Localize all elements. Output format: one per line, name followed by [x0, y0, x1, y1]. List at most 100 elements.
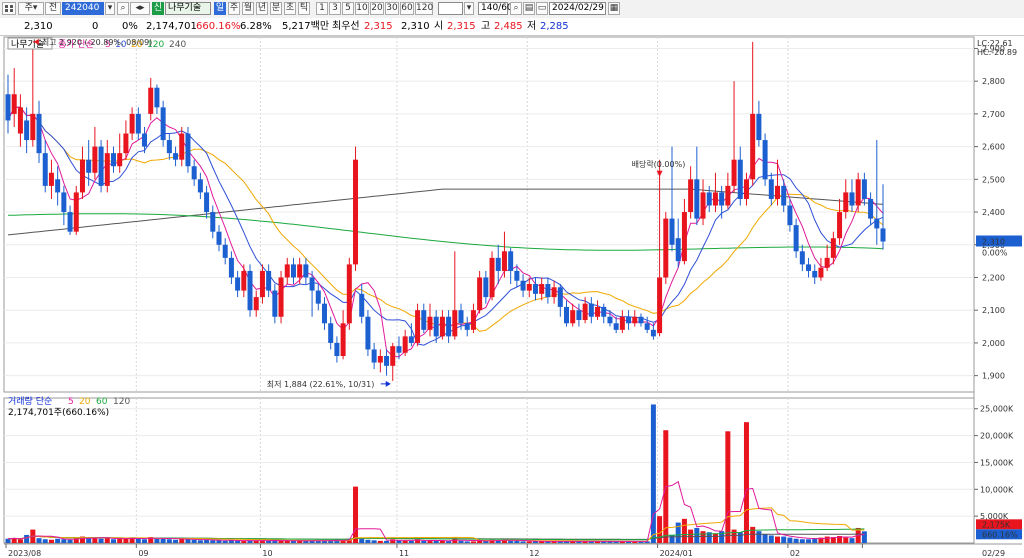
exdividend-annotation: 배당락(0.00%) — [632, 159, 686, 169]
volume-bar — [750, 526, 756, 543]
candle — [179, 133, 185, 160]
volume-tick-label: 10,000K — [980, 485, 1014, 494]
volume-bar — [781, 536, 787, 543]
candle — [582, 303, 588, 321]
volume-bar — [216, 540, 222, 543]
volume-bar — [384, 540, 390, 543]
candle — [650, 329, 656, 337]
volume-bar — [681, 518, 687, 543]
candle — [638, 316, 644, 324]
x-tick-label: 10 — [262, 549, 272, 558]
candle — [197, 179, 203, 193]
candle — [67, 212, 73, 232]
lc-label: LC:22.61 — [977, 39, 1013, 48]
volume-bar — [365, 539, 371, 543]
y-tick-label: 2,500 — [982, 175, 1005, 184]
candle — [17, 107, 23, 134]
volume-bar — [526, 541, 532, 543]
candle — [762, 140, 768, 180]
candle — [266, 270, 272, 291]
volume-bar — [731, 529, 737, 543]
candle — [880, 228, 886, 242]
candle — [508, 251, 514, 271]
candle — [30, 113, 36, 141]
y-tick-label: 2,800 — [982, 77, 1005, 86]
volume-bar — [712, 533, 718, 543]
candle — [731, 159, 737, 186]
candle — [210, 212, 216, 232]
x-tick-label: 09 — [138, 549, 148, 558]
candle — [849, 192, 855, 206]
candle — [601, 306, 607, 317]
candle — [148, 87, 154, 114]
candle — [117, 153, 123, 167]
candle — [216, 231, 222, 245]
candle — [799, 251, 805, 265]
candle — [129, 113, 135, 134]
volume-bar — [98, 538, 104, 543]
candle — [309, 277, 315, 291]
candle — [340, 323, 346, 357]
current-pct-label: 0.00% — [982, 248, 1008, 257]
candle — [781, 185, 787, 206]
candle — [483, 277, 489, 298]
volume-legend-item: 20 — [79, 397, 91, 407]
x-tick-label: 12 — [529, 549, 539, 558]
candle — [551, 287, 557, 298]
volume-tick-label: 20,000K — [980, 432, 1014, 441]
candle — [11, 94, 17, 114]
volume-bar — [377, 540, 383, 543]
candle — [228, 257, 234, 278]
y-tick-label: 2,700 — [982, 110, 1005, 119]
volume-bar — [253, 540, 259, 543]
volume-bar — [42, 539, 48, 543]
x-tick-label: 11 — [399, 549, 409, 558]
candle — [775, 185, 781, 199]
volume-bar — [433, 540, 439, 543]
volume-bar — [427, 540, 433, 543]
candle — [377, 356, 383, 363]
volume-bar — [61, 539, 67, 543]
candle — [464, 323, 470, 330]
volume-bar — [694, 527, 700, 543]
volume-bar — [737, 532, 743, 543]
volume-bar — [843, 537, 849, 543]
volume-bar — [669, 534, 675, 543]
candle — [92, 146, 98, 173]
candle — [185, 133, 191, 167]
candle — [384, 356, 390, 366]
candle — [278, 277, 284, 317]
candle — [24, 120, 30, 141]
volume-tick-label: 15,000K — [980, 458, 1014, 467]
volume-bar — [799, 539, 805, 543]
volume-bar — [514, 540, 520, 543]
volume-bar — [284, 540, 290, 543]
candle — [328, 323, 334, 343]
volume-bar — [849, 538, 855, 543]
candle — [73, 192, 79, 232]
stock-chart[interactable]: 2023/08 09 10 11 12 2024/01 02 02/29 1,900 2,000 2… — [0, 0, 1024, 558]
volume-bar — [408, 540, 414, 543]
candle — [235, 277, 241, 291]
volume-bar — [371, 540, 377, 543]
candle — [5, 94, 11, 121]
candle — [123, 133, 129, 154]
volume-bar — [17, 539, 23, 543]
volume-bar — [421, 540, 427, 543]
candle — [501, 251, 507, 271]
candle — [526, 284, 532, 291]
candle — [272, 290, 278, 317]
legend-title: 나무기술 — [11, 39, 44, 50]
candle — [861, 179, 867, 199]
candle — [613, 323, 619, 330]
candle — [241, 270, 247, 291]
volume-bar — [241, 540, 247, 543]
volume-value-label: 2,174,701주(660.16%) — [8, 407, 109, 418]
current-volume-pct-label: 660.16% — [982, 530, 1018, 539]
volume-bar — [278, 540, 284, 543]
candle — [824, 257, 830, 268]
candle — [514, 270, 520, 281]
candle — [768, 179, 774, 199]
volume-bar — [787, 537, 793, 543]
candle — [353, 159, 359, 265]
